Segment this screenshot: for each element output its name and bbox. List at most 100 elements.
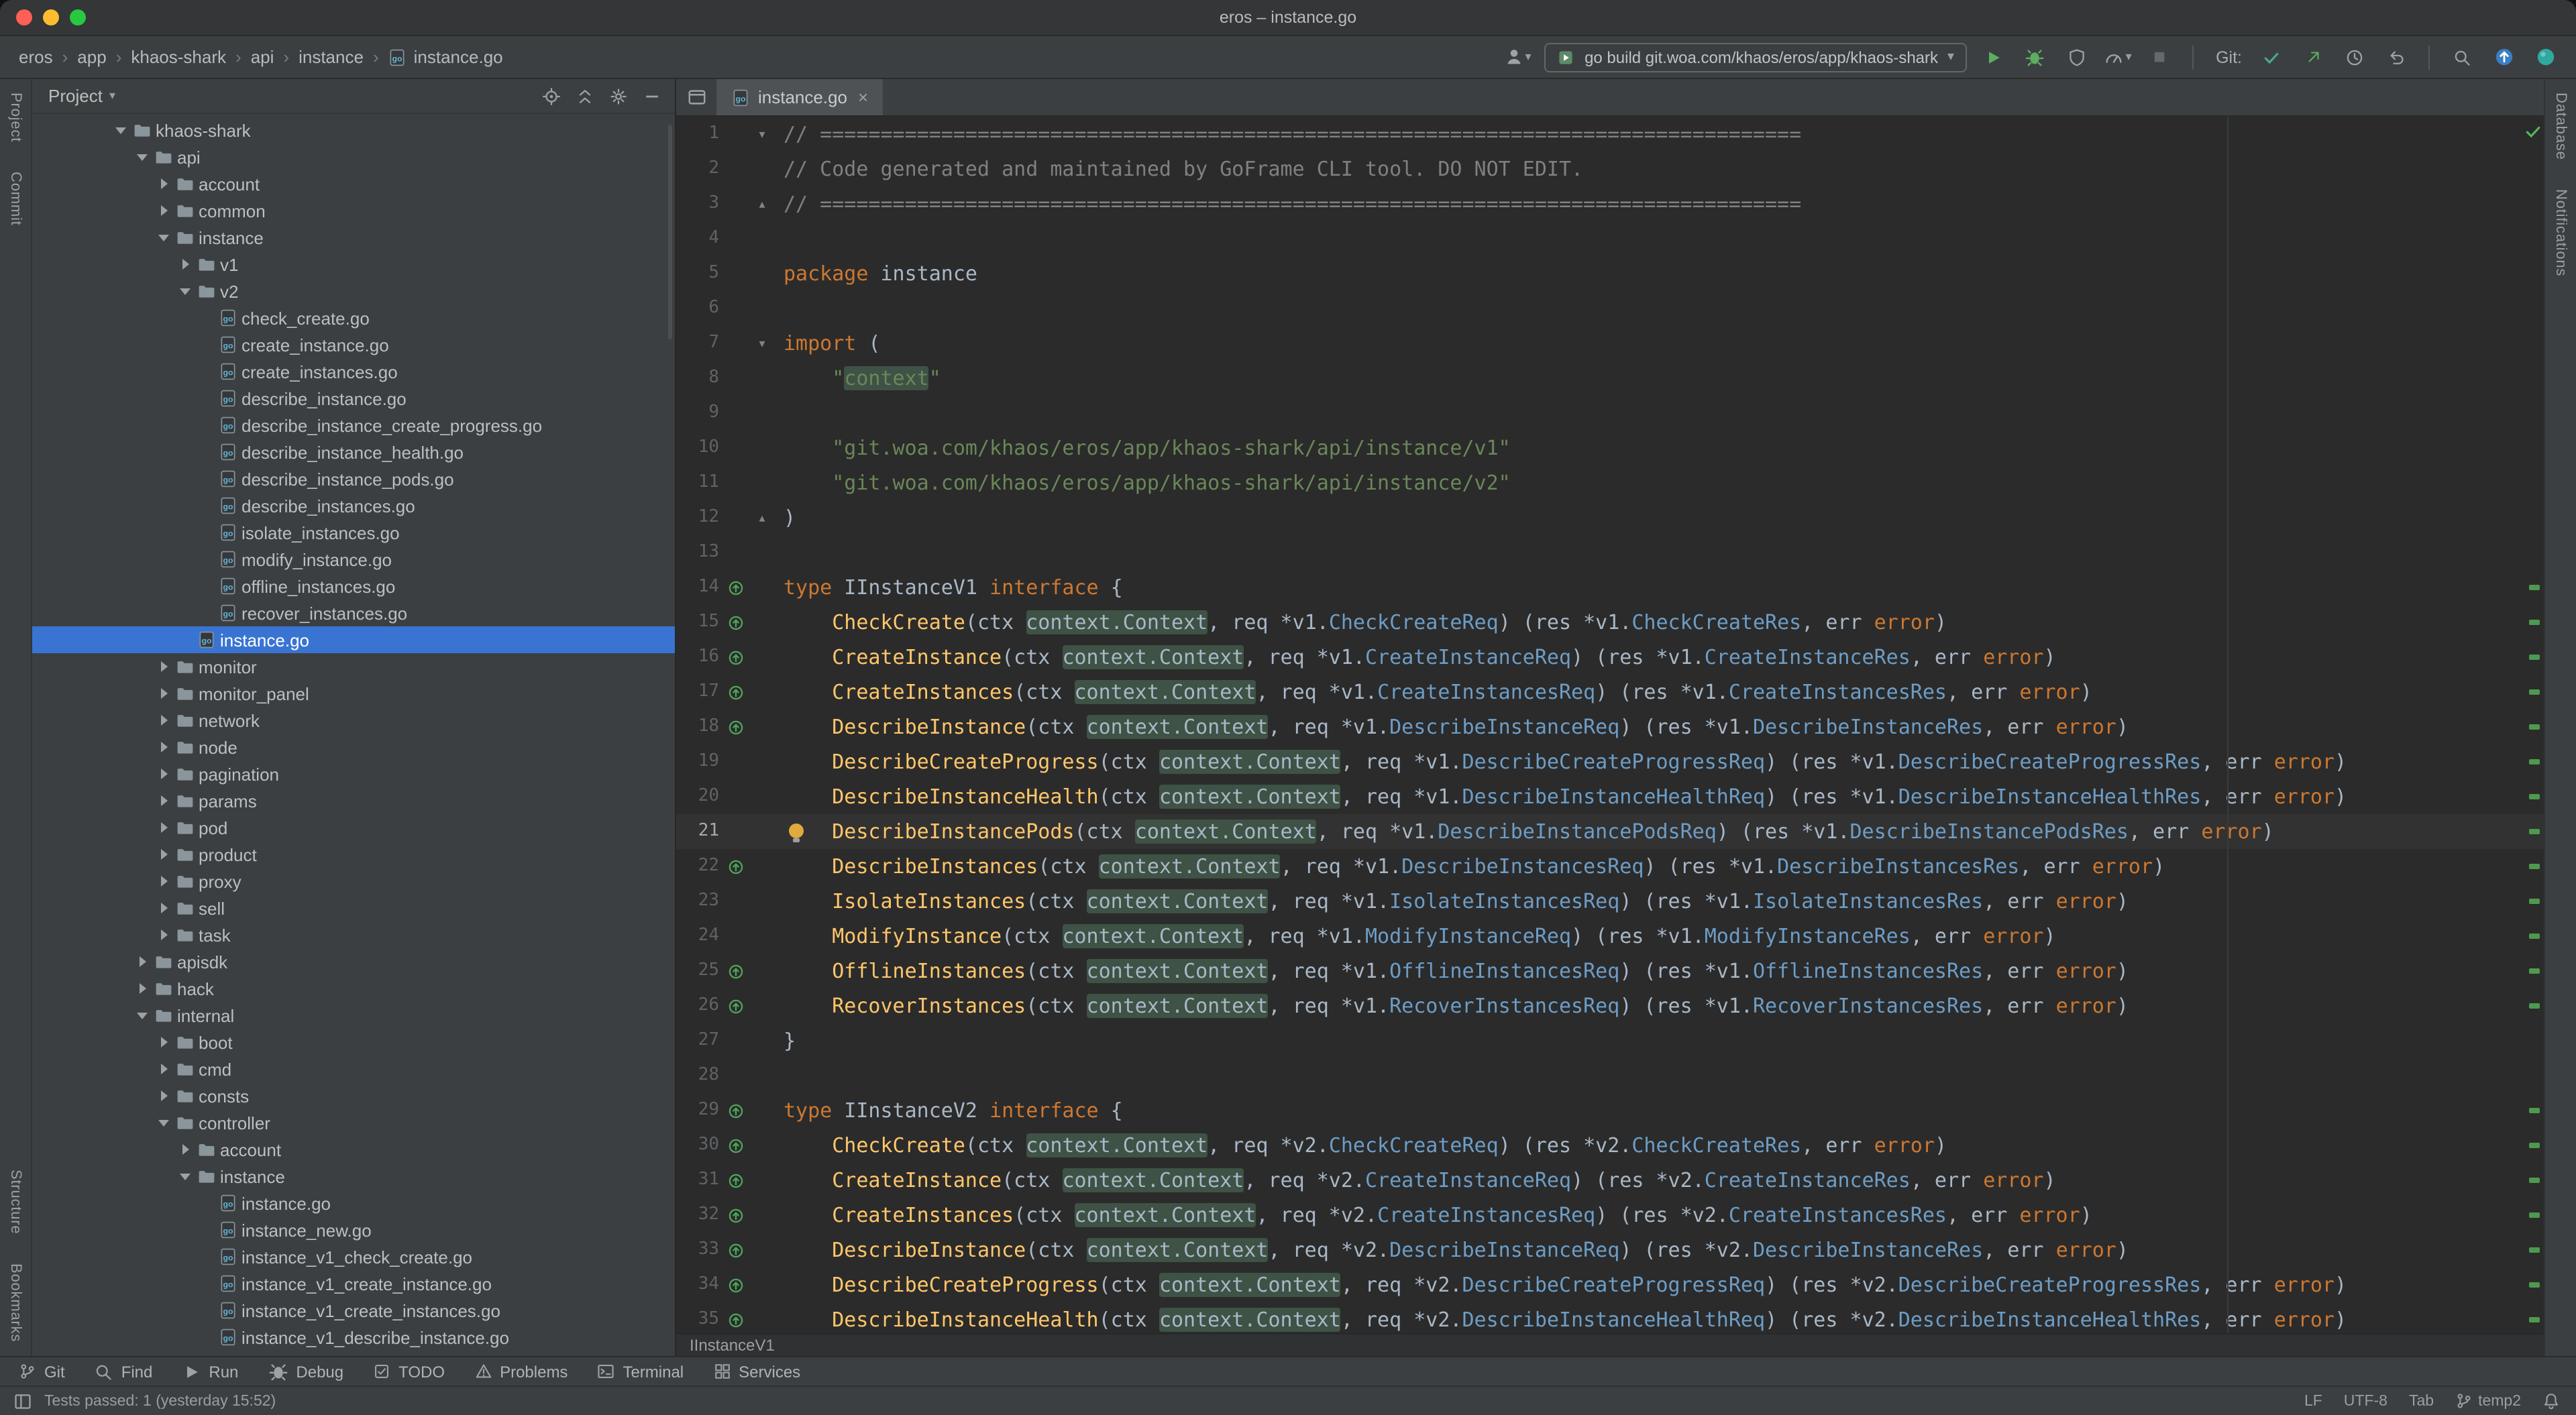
project-scrollbar[interactable] <box>668 125 672 339</box>
tool-stripe-structure[interactable]: Structure <box>7 1170 23 1234</box>
tree-expanded-chevron[interactable] <box>176 1173 195 1180</box>
debug-button[interactable] <box>2020 42 2049 72</box>
breadcrumb-item[interactable]: app <box>77 47 106 67</box>
tree-expanded-chevron[interactable] <box>176 288 195 294</box>
code-line[interactable]: 28 <box>676 1058 2544 1093</box>
tool-window-button-problems[interactable]: Problems <box>474 1362 568 1381</box>
tool-stripe-project[interactable]: Project <box>7 93 23 142</box>
toolbar-sphere-button[interactable] <box>2530 42 2560 72</box>
tree-expanded-chevron[interactable] <box>133 1012 152 1019</box>
code-line[interactable]: 25 OfflineInstances(ctx context.Context,… <box>676 954 2544 988</box>
locate-file-icon[interactable] <box>542 87 561 105</box>
implemented-gutter-icon[interactable] <box>719 954 751 988</box>
tree-row[interactable]: goinstance_v1_create_instance.go <box>32 1270 675 1297</box>
tree-row[interactable]: consts <box>32 1082 675 1109</box>
tree-row[interactable]: godescribe_instance_create_progress.go <box>32 412 675 439</box>
tree-collapsed-chevron[interactable] <box>154 742 173 752</box>
vcs-change-mark[interactable] <box>2529 655 2540 660</box>
tree-row[interactable]: godescribe_instances.go <box>32 492 675 519</box>
tree-row[interactable]: product <box>32 841 675 868</box>
code-line[interactable]: 3▴// ===================================… <box>676 186 2544 221</box>
tool-stripe-database[interactable]: Database <box>2553 93 2569 160</box>
tree-row[interactable]: gocreate_instances.go <box>32 358 675 385</box>
status-message[interactable]: Tests passed: 1 (yesterday 15:52) <box>44 1393 276 1409</box>
vcs-change-mark[interactable] <box>2529 689 2540 695</box>
vcs-change-mark[interactable] <box>2529 899 2540 904</box>
code-line[interactable]: 8 "context" <box>676 361 2544 396</box>
tree-row[interactable]: gooffline_instances.go <box>32 573 675 600</box>
tool-window-button-find[interactable]: Find <box>95 1362 153 1381</box>
tree-expanded-chevron[interactable] <box>133 154 152 160</box>
tree-row[interactable]: goinstance_v1_describe_instance.go <box>32 1324 675 1351</box>
tree-collapsed-chevron[interactable] <box>154 715 173 726</box>
vcs-change-mark[interactable] <box>2529 829 2540 834</box>
tool-stripe-commit[interactable]: Commit <box>7 172 23 226</box>
vcs-change-mark[interactable] <box>2529 1282 2540 1288</box>
vcs-change-mark[interactable] <box>2529 759 2540 765</box>
vcs-change-mark[interactable] <box>2529 1003 2540 1009</box>
code-line[interactable]: 12▴) <box>676 500 2544 535</box>
git-branch-widget[interactable]: temp2 <box>2455 1392 2521 1410</box>
code-line[interactable]: 5package instance <box>676 256 2544 291</box>
code-line[interactable]: 26 RecoverInstances(ctx context.Context,… <box>676 988 2544 1023</box>
tree-row[interactable]: v1 <box>32 251 675 278</box>
code-line[interactable]: 19 DescribeCreateProgress(ctx context.Co… <box>676 744 2544 779</box>
tree-row[interactable]: goinstance_v1_check_create.go <box>32 1243 675 1270</box>
code-line[interactable]: 4 <box>676 221 2544 256</box>
run-button[interactable] <box>1978 42 2008 72</box>
tool-window-switcher-icon[interactable] <box>13 1392 32 1410</box>
implemented-gutter-icon[interactable] <box>719 849 751 884</box>
tree-collapsed-chevron[interactable] <box>154 929 173 940</box>
tree-row[interactable]: monitor <box>32 653 675 680</box>
vcs-change-mark[interactable] <box>2529 620 2540 625</box>
code-line[interactable]: 17 CreateInstances(ctx context.Context, … <box>676 675 2544 710</box>
tool-window-button-terminal[interactable]: Terminal <box>597 1362 684 1381</box>
fold-marker[interactable]: ▴ <box>751 186 773 221</box>
code-line[interactable]: 6 <box>676 291 2544 326</box>
rollback-button[interactable] <box>2381 42 2411 72</box>
code-line[interactable]: 24 ModifyInstance(ctx context.Context, r… <box>676 919 2544 954</box>
vcs-change-mark[interactable] <box>2529 724 2540 730</box>
tree-row[interactable]: v2 <box>32 278 675 304</box>
tree-row[interactable]: goinstance.go <box>32 626 675 653</box>
tree-row[interactable]: network <box>32 707 675 734</box>
tree-row[interactable]: instance <box>32 1163 675 1190</box>
code-line[interactable]: 32 CreateInstances(ctx context.Context, … <box>676 1198 2544 1233</box>
tree-row[interactable]: internal <box>32 1002 675 1029</box>
tree-row[interactable]: godescribe_instance.go <box>32 385 675 412</box>
code-line[interactable]: 10 "git.woa.com/khaos/eros/app/khaos-sha… <box>676 431 2544 465</box>
implemented-gutter-icon[interactable] <box>719 1198 751 1233</box>
code-line[interactable]: 34 DescribeCreateProgress(ctx context.Co… <box>676 1267 2544 1302</box>
tree-row[interactable]: gorecover_instances.go <box>32 600 675 626</box>
tree-collapsed-chevron[interactable] <box>154 876 173 887</box>
tree-collapsed-chevron[interactable] <box>176 259 195 270</box>
code-line[interactable]: 22 DescribeInstances(ctx context.Context… <box>676 849 2544 884</box>
tree-collapsed-chevron[interactable] <box>176 1144 195 1155</box>
tool-stripe-bookmarks[interactable]: Bookmarks <box>7 1264 23 1343</box>
search-everywhere-button[interactable] <box>2447 42 2477 72</box>
tree-collapsed-chevron[interactable] <box>154 178 173 189</box>
tree-row[interactable]: task <box>32 921 675 948</box>
tree-expanded-chevron[interactable] <box>111 127 130 133</box>
tree-row[interactable]: proxy <box>32 868 675 895</box>
tree-row[interactable]: account <box>32 1136 675 1163</box>
tree-row[interactable]: account <box>32 170 675 197</box>
history-button[interactable] <box>2340 42 2369 72</box>
git-update-button[interactable] <box>2257 42 2286 72</box>
code-editor[interactable]: 1▾// ===================================… <box>676 117 2544 1333</box>
code-line[interactable]: 27} <box>676 1023 2544 1058</box>
code-line[interactable]: 31 CreateInstance(ctx context.Context, r… <box>676 1163 2544 1198</box>
tree-row[interactable]: controller <box>32 1109 675 1136</box>
code-line[interactable]: 35 DescribeInstanceHealth(ctx context.Co… <box>676 1302 2544 1333</box>
tree-row[interactable]: instance <box>32 224 675 251</box>
code-line[interactable]: 13 <box>676 535 2544 570</box>
code-line[interactable]: 23 IsolateInstances(ctx context.Context,… <box>676 884 2544 919</box>
code-line[interactable]: 7▾import ( <box>676 326 2544 361</box>
vcs-change-mark[interactable] <box>2529 1317 2540 1322</box>
tree-row[interactable]: sell <box>32 895 675 921</box>
close-tab-icon[interactable]: × <box>858 87 868 107</box>
tool-window-button-git[interactable]: Git <box>19 1362 65 1381</box>
tree-expanded-chevron[interactable] <box>154 234 173 241</box>
tree-row[interactable]: common <box>32 197 675 224</box>
project-panel-title[interactable]: Project ▾ <box>48 86 115 106</box>
